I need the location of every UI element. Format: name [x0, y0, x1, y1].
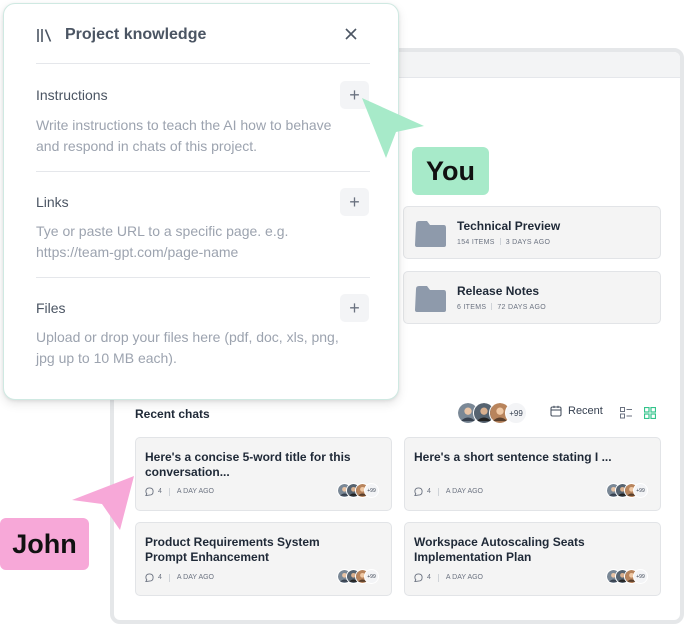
folder-item-count: 154 ITEMS — [457, 239, 495, 246]
recent-chats-heading: Recent chats — [135, 407, 210, 421]
links-description: Tye or paste URL to a specific page. e.g… — [36, 223, 289, 260]
library-icon — [37, 28, 52, 42]
folder-age: 72 DAYS AGO — [497, 304, 547, 311]
project-knowledge-panel: Project knowledge Instructions + Write i… — [3, 3, 399, 400]
chat-title: Here's a concise 5-word title for this c… — [145, 450, 351, 479]
sort-label: Recent — [568, 405, 603, 417]
chat-meta: 4 A DAY AGO — [414, 573, 483, 582]
chat-avatars: +99 — [337, 483, 379, 498]
plus-icon: + — [349, 84, 360, 105]
more-members-badge: +99 — [633, 483, 648, 498]
chat-meta: 4 A DAY AGO — [145, 573, 214, 582]
member-avatars[interactable]: +99 — [457, 402, 527, 424]
folder-meta: 6 ITEMS 72 DAYS AGO — [457, 303, 546, 311]
instructions-description: Write instructions to teach the AI how t… — [36, 117, 332, 154]
links-label: Links — [36, 194, 69, 210]
message-count: 4 — [158, 488, 162, 495]
chat-card[interactable]: Workspace Autoscaling Seats Implementati… — [404, 522, 661, 596]
chat-card[interactable]: Here's a short sentence stating I ... 4 … — [404, 437, 661, 511]
instructions-label: Instructions — [36, 87, 108, 103]
more-members-badge: +99 — [505, 402, 527, 424]
folder-age: 3 DAYS AGO — [505, 239, 551, 246]
chat-bubble-icon — [145, 573, 154, 582]
folder-icon — [415, 221, 446, 247]
plus-icon: + — [349, 191, 360, 212]
close-icon[interactable] — [343, 26, 359, 42]
chat-meta: 4 A DAY AGO — [414, 487, 483, 496]
divider — [36, 277, 370, 278]
folder-title: Release Notes — [457, 284, 540, 298]
chat-title: Here's a short sentence stating I ... — [414, 450, 612, 464]
message-count: 4 — [427, 574, 431, 581]
chat-title: Product Requirements System Prompt Enhan… — [145, 535, 320, 564]
chat-avatars: +99 — [337, 569, 379, 584]
chat-bubble-icon — [145, 487, 154, 496]
grid-view-icon[interactable] — [644, 407, 656, 419]
calendar-icon — [550, 405, 562, 417]
folder-meta: 154 ITEMS 3 DAYS AGO — [457, 238, 550, 246]
files-label: Files — [36, 300, 66, 316]
message-count: 4 — [158, 574, 162, 581]
folder-title: Technical Preview — [457, 219, 561, 233]
add-link-button[interactable]: + — [340, 188, 369, 216]
chat-time: A DAY AGO — [176, 488, 214, 495]
cursor-tag-you: You — [412, 147, 489, 195]
chat-card[interactable]: Product Requirements System Prompt Enhan… — [135, 522, 392, 596]
more-members-badge: +99 — [364, 483, 379, 498]
more-members-badge: +99 — [364, 569, 379, 584]
chat-time: A DAY AGO — [445, 488, 483, 495]
chat-bubble-icon — [414, 573, 423, 582]
folder-card[interactable]: Technical Preview 154 ITEMS 3 DAYS AGO — [403, 206, 661, 259]
chat-avatars: +99 — [606, 483, 648, 498]
cursor-tag-john: John — [0, 518, 89, 570]
divider — [36, 63, 370, 64]
add-file-button[interactable]: + — [340, 294, 369, 322]
sort-recent-button[interactable]: Recent — [550, 405, 603, 417]
folder-item-count: 6 ITEMS — [457, 304, 487, 311]
folder-card[interactable]: Release Notes 6 ITEMS 72 DAYS AGO — [403, 271, 661, 324]
panel-header: Project knowledge — [36, 26, 206, 44]
chat-card[interactable]: Here's a concise 5-word title for this c… — [135, 437, 392, 511]
chat-title: Workspace Autoscaling Seats Implementati… — [414, 535, 585, 564]
message-count: 4 — [427, 488, 431, 495]
more-members-badge: +99 — [633, 569, 648, 584]
plus-icon: + — [349, 297, 360, 318]
panel-title: Project knowledge — [65, 26, 207, 43]
chat-bubble-icon — [414, 487, 423, 496]
list-view-icon[interactable] — [620, 407, 632, 419]
folder-icon — [415, 286, 446, 312]
chat-avatars: +99 — [606, 569, 648, 584]
chat-time: A DAY AGO — [445, 574, 483, 581]
chat-meta: 4 A DAY AGO — [145, 487, 214, 496]
files-description: Upload or drop your files here (pdf, doc… — [36, 329, 339, 366]
divider — [36, 171, 370, 172]
chat-time: A DAY AGO — [176, 574, 214, 581]
